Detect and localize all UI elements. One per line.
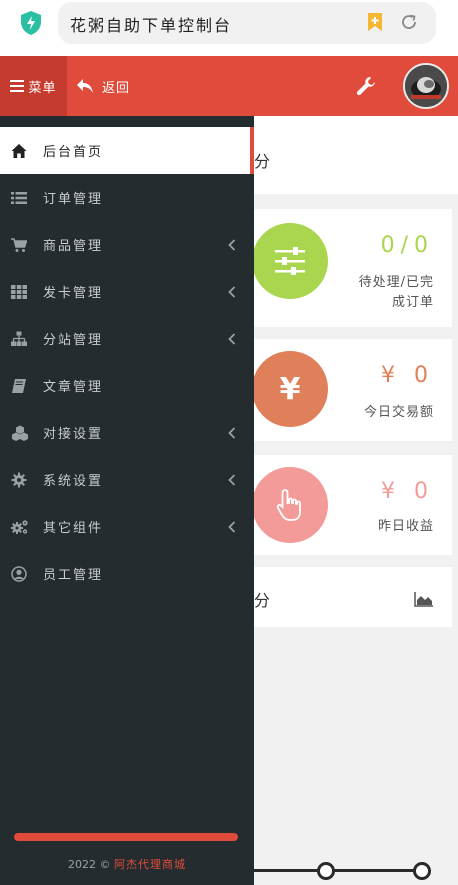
back-button[interactable]: 返回 [76, 56, 130, 116]
sidebar-item-label: 文章管理 [43, 380, 104, 395]
active-item-indicator [250, 127, 254, 174]
chevron-left-icon [228, 332, 236, 345]
content-header: 分 [254, 116, 458, 194]
chevron-left-icon [228, 426, 236, 439]
chevron-left-icon [228, 238, 236, 251]
home-icon [11, 143, 27, 158]
sliders-icon [275, 247, 305, 275]
back-label: 返回 [102, 80, 131, 96]
footer-brand-link[interactable]: 阿杰代理商城 [114, 858, 186, 871]
stat-card-orders[interactable]: 0/0 待处理/已完 成订单 [252, 209, 452, 327]
stat-card-yesterday-income[interactable]: ¥ 0 昨日收益 [252, 455, 452, 555]
stat-value: ¥ 0 [381, 479, 434, 504]
sidebar-drawer: 后台首页 订单管理 商品管理 发卡管理 分站管理 文章管理 对接设置 系统设置 … [0, 116, 254, 885]
drawer-scroll-bar[interactable] [14, 833, 238, 841]
sidebar-item-label: 其它组件 [43, 521, 104, 536]
sidebar-item-label: 后台首页 [43, 145, 104, 160]
avatar[interactable] [403, 63, 449, 109]
shield-icon [21, 11, 41, 35]
stat-label: 待处理/已完 成订单 [359, 273, 434, 313]
menu-label: 菜单 [28, 80, 57, 96]
stat-label-line: 待处理/已完 [358, 275, 434, 290]
sidebar-item-label: 商品管理 [43, 239, 104, 254]
chevron-left-icon [228, 285, 236, 298]
sidebar-item-articles[interactable]: 文章管理 [0, 362, 254, 409]
top-navbar: 菜单 返回 [0, 56, 458, 116]
stat-label-line: 成订单 [391, 295, 434, 310]
yen-icon: ¥ [279, 371, 301, 407]
copyright-text: 2022 © [68, 858, 111, 871]
chevron-left-icon [228, 520, 236, 533]
menu-toggle-button[interactable]: 菜单 [0, 56, 67, 116]
sidebar-item-label: 系统设置 [43, 474, 104, 489]
sidebar-item-other-components[interactable]: 其它组件 [0, 503, 254, 550]
sidebar-item-label: 分站管理 [43, 333, 104, 348]
hand-pointer-icon [276, 489, 301, 521]
sidebar-item-label: 订单管理 [43, 192, 104, 207]
stat-label: 今日交易额 [363, 405, 434, 420]
list-icon [11, 191, 27, 204]
user-circle-icon [11, 565, 27, 582]
stat-circle: ¥ [252, 351, 328, 427]
sidebar-item-integration[interactable]: 对接设置 [0, 409, 254, 456]
address-bar[interactable]: 花粥自助下单控制台 [58, 2, 436, 44]
area-chart-icon[interactable] [414, 591, 434, 607]
cogs-icon [11, 519, 28, 534]
slider-knob[interactable] [317, 862, 335, 880]
bookmark-icon[interactable] [366, 12, 384, 32]
page-title: 花粥自助下单控制台 [70, 16, 233, 35]
slider-track [254, 869, 424, 872]
stat-value: ¥ 0 [381, 363, 434, 388]
stat-card-today-sales[interactable]: ¥ ¥ 0 今日交易额 [252, 339, 452, 441]
sidebar-item-label: 员工管理 [43, 568, 104, 583]
avatar-image [405, 65, 447, 107]
sidebar-item-cards[interactable]: 发卡管理 [0, 268, 254, 315]
chevron-left-icon [228, 473, 236, 486]
book-icon [12, 378, 26, 393]
slider-knob[interactable] [413, 862, 431, 880]
stat-circle [252, 467, 328, 543]
cubes-icon [12, 425, 28, 441]
sidebar-item-products[interactable]: 商品管理 [0, 221, 254, 268]
chart-card: 分 [254, 567, 452, 627]
reload-icon[interactable] [400, 13, 418, 31]
browser-bar: 花粥自助下单控制台 [0, 0, 458, 56]
sidebar-item-substations[interactable]: 分站管理 [0, 315, 254, 362]
content-header-title: 分 [254, 152, 271, 171]
sidebar-item-label: 发卡管理 [43, 286, 104, 301]
sidebar-item-orders[interactable]: 订单管理 [0, 174, 254, 221]
cart-icon [11, 237, 27, 252]
sidebar-item-home[interactable]: 后台首页 [0, 127, 250, 174]
stat-circle [252, 223, 328, 299]
grid-icon [11, 284, 27, 299]
sidebar-footer: 2022 © 阿杰代理商城 [0, 856, 254, 872]
sidebar-item-system-settings[interactable]: 系统设置 [0, 456, 254, 503]
sitemap-icon [11, 331, 27, 346]
hamburger-icon [10, 80, 25, 92]
gear-icon [11, 472, 27, 487]
sidebar-item-label: 对接设置 [43, 427, 104, 442]
stat-label: 昨日收益 [377, 519, 434, 534]
stat-value: 0/0 [380, 233, 434, 258]
reply-arrow-icon [77, 79, 93, 93]
chart-card-title: 分 [254, 591, 271, 610]
sidebar-item-staff[interactable]: 员工管理 [0, 550, 254, 597]
wrench-icon[interactable] [356, 76, 376, 96]
